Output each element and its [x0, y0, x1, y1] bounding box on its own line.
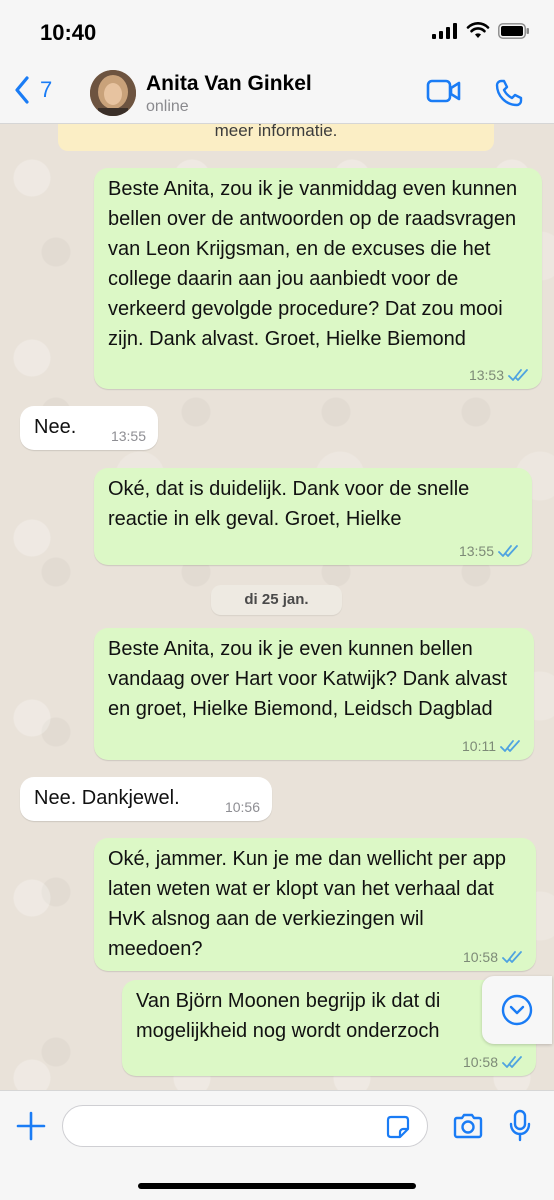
message-time: 13:55: [458, 543, 494, 559]
message-time: 13:55: [110, 428, 146, 444]
back-button[interactable]: 7: [14, 76, 52, 104]
camera-icon: [453, 1113, 483, 1139]
message-time: 10:58: [462, 1054, 498, 1070]
microphone-icon: [509, 1109, 531, 1142]
read-ticks-icon: [500, 740, 520, 752]
message-meta: 13:53: [469, 367, 530, 383]
message-time: 10:58: [462, 949, 498, 965]
encryption-info-banner[interactable]: meer informatie.: [58, 124, 494, 151]
info-banner-text: meer informatie.: [214, 124, 338, 140]
avatar[interactable]: [90, 70, 136, 116]
read-ticks-icon: [502, 1056, 522, 1068]
message-text: Beste Anita, zou ik je vanmiddag even ku…: [108, 178, 518, 350]
camera-button[interactable]: [452, 1113, 484, 1144]
message-meta: 13:55: [459, 543, 520, 559]
read-ticks-icon: [498, 545, 518, 557]
contact-status: online: [146, 98, 189, 115]
status-bar: 10:40: [0, 0, 554, 62]
message-meta: 10:58: [463, 949, 524, 965]
chevron-left-icon: [15, 76, 29, 104]
message-text: Nee.: [34, 416, 77, 438]
voice-call-button[interactable]: [494, 78, 524, 113]
status-time: 10:40: [40, 20, 97, 45]
microphone-button[interactable]: [508, 1109, 532, 1148]
attach-button[interactable]: [16, 1111, 46, 1146]
wifi-icon: [466, 22, 490, 38]
message-meta: 10:56: [225, 799, 260, 815]
message-text: Beste Anita, zou ik je even kunnen belle…: [108, 638, 508, 720]
message-incoming[interactable]: Nee. 13:55: [20, 406, 158, 450]
signal-icon: [432, 22, 457, 39]
video-camera-icon: [426, 79, 461, 103]
battery-icon: [498, 22, 529, 39]
message-time: 13:53: [468, 367, 504, 383]
message-meta: 10:11: [462, 738, 522, 754]
read-ticks-icon: [502, 951, 522, 963]
chat-area[interactable]: meer informatie. Beste Anita, zou ik je …: [0, 124, 554, 1090]
scroll-to-bottom-button[interactable]: [482, 976, 552, 1044]
chat-header: 7 Anita Van Ginkel online: [0, 62, 554, 124]
composer-bar: [0, 1090, 554, 1200]
message-meta: 13:55: [111, 428, 146, 444]
home-indicator: [138, 1183, 416, 1189]
message-text: Nee. Dankjewel.: [34, 787, 180, 809]
phone-icon: [495, 79, 523, 107]
read-ticks-icon: [508, 369, 528, 381]
plus-icon: [16, 1111, 46, 1141]
date-separator: di 25 jan.: [211, 585, 342, 615]
message-text: Van Björn Moonen begrijp ik dat di mogel…: [136, 990, 441, 1042]
message-outgoing[interactable]: Van Björn Moonen begrijp ik dat di mogel…: [122, 980, 536, 1076]
message-text: Oké, jammer. Kun je me dan wellicht per …: [108, 848, 506, 960]
message-outgoing[interactable]: Beste Anita, zou ik je vanmiddag even ku…: [94, 168, 542, 389]
sticker-icon: [386, 1115, 410, 1139]
message-time: 10:56: [224, 799, 260, 815]
message-outgoing[interactable]: Oké, jammer. Kun je me dan wellicht per …: [94, 838, 536, 971]
video-call-button[interactable]: [426, 78, 462, 109]
sticker-button[interactable]: [386, 1115, 410, 1144]
status-icons: [432, 22, 530, 39]
contact-name[interactable]: Anita Van Ginkel: [146, 72, 312, 96]
message-outgoing[interactable]: Oké, dat is duidelijk. Dank voor de snel…: [94, 468, 532, 565]
chevron-down-circle-icon: [501, 994, 533, 1026]
message-input[interactable]: [62, 1105, 428, 1147]
message-outgoing[interactable]: Beste Anita, zou ik je even kunnen belle…: [94, 628, 534, 760]
message-text: Oké, dat is duidelijk. Dank voor de snel…: [108, 478, 470, 530]
message-time: 10:11: [462, 738, 496, 754]
message-incoming[interactable]: Nee. Dankjewel. 10:56: [20, 777, 272, 821]
unread-count: 7: [40, 77, 53, 102]
message-meta: 10:58: [463, 1054, 524, 1070]
